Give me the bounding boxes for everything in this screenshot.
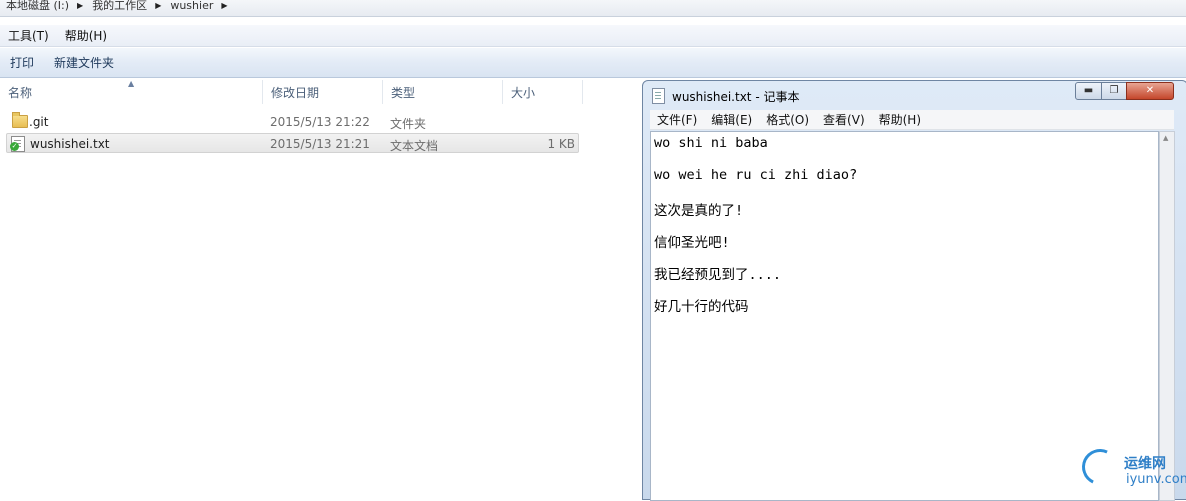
menu-file[interactable]: 文件(F): [650, 111, 704, 128]
notepad-icon: [652, 88, 665, 104]
column-header-type[interactable]: 类型: [383, 80, 503, 104]
file-date: 2015/5/13 21:22: [270, 115, 370, 129]
text-line: 我已经预见到了....: [654, 267, 782, 283]
explorer-command-bar: 打印 新建文件夹: [0, 48, 1186, 78]
file-type: 文件夹: [390, 117, 427, 131]
menu-edit[interactable]: 编辑(E): [704, 111, 759, 128]
new-folder-button[interactable]: 新建文件夹: [44, 54, 124, 71]
notepad-window[interactable]: wushishei.txt - 记事本 ▬ ❐ ✕ 文件(F) 编辑(E) 格式…: [642, 80, 1186, 501]
column-header-type-label: 类型: [391, 85, 416, 100]
chevron-right-icon[interactable]: ▶: [77, 1, 83, 10]
close-button[interactable]: ✕: [1126, 82, 1174, 100]
text-line: wo shi ni baba: [654, 135, 768, 151]
chevron-right-icon[interactable]: ▶: [221, 1, 227, 10]
file-row[interactable]: ✓ wushishei.txt 2015/5/13 21:21 文本文档 1 K…: [6, 133, 579, 153]
breadcrumb-drive[interactable]: 本地磁盘 (I:): [6, 0, 69, 13]
print-button[interactable]: 打印: [0, 54, 44, 71]
file-date: 2015/5/13 21:21: [270, 137, 370, 151]
column-header-date-label: 修改日期: [271, 85, 320, 100]
column-header-size[interactable]: 大小: [503, 80, 583, 104]
watermark-brand: 运维网: [1124, 456, 1166, 472]
notepad-title: wushishei.txt - 记事本: [672, 90, 800, 104]
notepad-menubar: 文件(F) 编辑(E) 格式(O) 查看(V) 帮助(H): [650, 110, 1174, 130]
file-type: 文本文档: [390, 139, 439, 153]
notepad-titlebar[interactable]: wushishei.txt - 记事本 ▬ ❐ ✕: [643, 81, 1186, 109]
column-header-size-label: 大小: [511, 85, 536, 100]
menu-view[interactable]: 查看(V): [816, 111, 872, 128]
breadcrumb-workspace[interactable]: 我的工作区: [92, 0, 147, 13]
minimize-button[interactable]: ▬: [1075, 82, 1102, 100]
file-size: 1 KB: [547, 137, 575, 151]
maximize-button[interactable]: ❐: [1101, 82, 1127, 100]
file-row[interactable]: .git 2015/5/13 21:22 文件夹: [6, 112, 579, 132]
logo-ring-icon: [1076, 443, 1124, 491]
text-line: 这次是真的了!: [654, 203, 744, 219]
vertical-scrollbar[interactable]: ▲: [1159, 131, 1175, 501]
text-line: 好几十行的代码: [654, 299, 749, 315]
watermark-logo: 运维网 iyunv.com: [1076, 443, 1186, 494]
menu-help[interactable]: 帮助(H): [872, 111, 928, 128]
sort-up-icon: ▲: [128, 79, 135, 88]
file-name: wushishei.txt: [30, 137, 110, 151]
git-check-icon: ✓: [10, 142, 19, 151]
column-header-name[interactable]: 名称 ▲: [0, 79, 263, 104]
file-name: .git: [29, 115, 49, 129]
column-header-date[interactable]: 修改日期: [263, 80, 383, 104]
column-header-name-label: 名称: [8, 85, 33, 100]
notepad-text-area[interactable]: wo shi ni baba wo wei he ru ci zhi diao?…: [650, 131, 1159, 501]
chevron-right-icon[interactable]: ▶: [155, 1, 161, 10]
menu-tools[interactable]: 工具(T): [0, 27, 57, 44]
menu-format[interactable]: 格式(O): [759, 111, 816, 128]
explorer-menubar: 工具(T) 帮助(H): [0, 25, 1186, 47]
text-line: wo wei he ru ci zhi diao?: [654, 167, 858, 183]
watermark-domain: iyunv.com: [1126, 472, 1186, 487]
text-line: 信仰圣光吧!: [654, 235, 730, 251]
scroll-up-icon[interactable]: ▲: [1163, 134, 1168, 142]
folder-icon: [12, 112, 28, 128]
breadcrumb-folder[interactable]: wushier: [170, 0, 213, 12]
menu-help[interactable]: 帮助(H): [57, 27, 115, 44]
address-bar[interactable]: 本地磁盘 (I:) ▶ 我的工作区 ▶ wushier ▶: [0, 0, 1186, 17]
